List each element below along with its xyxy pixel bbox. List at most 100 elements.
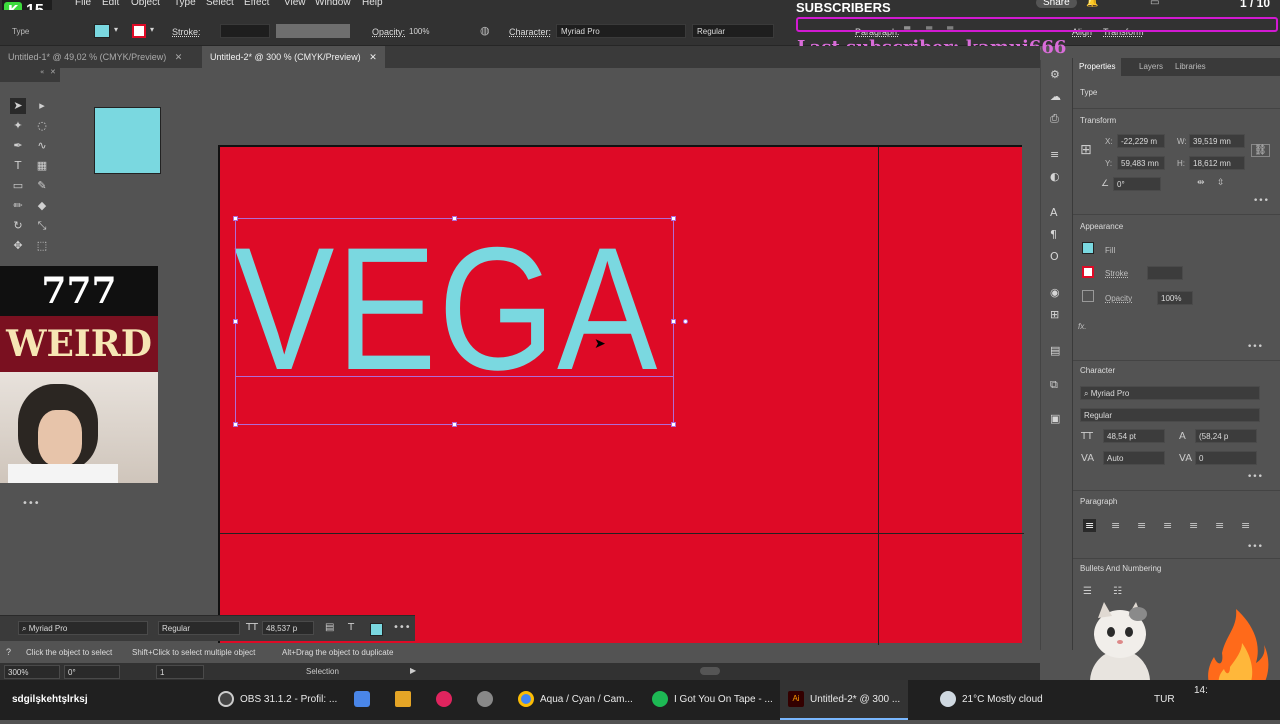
resize-handle[interactable] [452, 216, 457, 221]
resize-handle[interactable] [671, 319, 676, 324]
chevron-down-icon[interactable]: ▾ [114, 25, 118, 34]
resize-handle[interactable] [233, 422, 238, 427]
scale-tool-icon[interactable]: ⤡ [34, 218, 50, 234]
text-overflow-handle[interactable] [683, 319, 688, 324]
x-field[interactable]: -22,229 m [1117, 134, 1165, 148]
taskbar-pinterest[interactable] [436, 680, 458, 720]
y-field[interactable]: 59,483 mn [1117, 156, 1165, 170]
selection-bounding-box[interactable] [233, 216, 688, 427]
opacity-field[interactable]: 100% [1157, 291, 1193, 305]
bullets-icon[interactable]: ☰ [1083, 586, 1092, 597]
horizontal-scrollbar-thumb[interactable] [700, 667, 720, 675]
opacity-label[interactable]: Opacity [1105, 294, 1132, 303]
grid-tool-icon[interactable]: ▦ [34, 158, 50, 174]
puppet-warp-icon[interactable]: ✥ [10, 238, 26, 254]
menu-object[interactable]: Object [131, 0, 160, 8]
layers-panel-icon[interactable]: ▤ [1050, 344, 1060, 357]
font-style-dropdown[interactable]: Regular [158, 621, 240, 635]
magic-wand-icon[interactable]: ✦ [10, 118, 26, 134]
font-size-field[interactable]: 48,54 pt [1103, 429, 1165, 443]
fill-swatch[interactable] [370, 623, 383, 636]
align-right-icon[interactable]: ≡ [1137, 519, 1146, 532]
color-panel-icon[interactable]: ◐ [1050, 170, 1060, 183]
menu-type[interactable]: Type [174, 0, 196, 8]
kerning-field[interactable]: Auto [1103, 451, 1165, 465]
play-icon[interactable]: ▶ [410, 666, 416, 675]
align-left-icon[interactable]: ≡ [1083, 519, 1097, 532]
color-swatch-preview[interactable] [94, 107, 161, 174]
leading-field[interactable]: (58,24 p [1195, 429, 1257, 443]
stroke-panel-icon[interactable]: ≡ [1050, 148, 1059, 161]
brush-panel-icon[interactable]: ⚙ [1050, 68, 1060, 81]
fill-swatch[interactable] [1082, 242, 1094, 254]
stroke-label[interactable]: Stroke [1105, 269, 1128, 278]
free-transform-icon[interactable]: ⬚ [34, 238, 50, 254]
menu-select[interactable]: Select [206, 0, 234, 8]
font-style-field[interactable]: Regular [692, 24, 774, 38]
opacity-label[interactable]: Opacity: [372, 27, 405, 37]
eraser-icon[interactable]: ◆ [34, 198, 50, 214]
taskbar-obs[interactable]: OBS 31.1.2 - Profil: ... [218, 680, 337, 720]
resize-handle[interactable] [452, 422, 457, 427]
taskbar-chrome[interactable]: Aqua / Cyan / Cam... [518, 680, 633, 720]
stroke-label[interactable]: Stroke: [172, 27, 201, 37]
close-icon[interactable]: ✕ [50, 68, 56, 76]
lasso-icon[interactable]: ◌ [34, 118, 50, 134]
menu-effect[interactable]: Effect [244, 0, 269, 8]
align-center-icon[interactable]: ≡ [1111, 519, 1120, 532]
align-panel-icon[interactable]: ⊞ [1050, 308, 1059, 321]
taskbar-weather[interactable]: 21°C Mostly cloud [940, 680, 1043, 720]
artboards-panel-icon[interactable]: ⧉ [1050, 378, 1058, 392]
pen-tool-icon[interactable]: ✒ [10, 138, 26, 154]
paintbrush-icon[interactable]: ✎ [34, 178, 50, 194]
zoom-field[interactable]: 300% [4, 665, 60, 679]
rectangle-tool-icon[interactable]: ▭ [10, 178, 26, 194]
clock[interactable]: 14: [1194, 684, 1208, 724]
w-field[interactable]: 39,519 mn [1189, 134, 1245, 148]
character-panel-icon[interactable]: A [1050, 206, 1058, 219]
flip-vertical-icon[interactable]: ⇳ [1217, 178, 1225, 188]
share-button[interactable]: Share [1036, 0, 1077, 8]
taskbar-illustrator[interactable]: Ai Untitled-2* @ 300 ... [780, 680, 909, 720]
close-icon[interactable]: ✕ [369, 52, 377, 62]
tab-layers[interactable]: Layers [1133, 58, 1169, 76]
menu-view[interactable]: View [284, 0, 306, 8]
menu-edit[interactable]: Edit [102, 0, 119, 8]
more-options-icon[interactable]: ••• [1247, 472, 1263, 482]
rotation-field[interactable]: 0° [64, 665, 120, 679]
globe-icon[interactable]: ◍ [480, 24, 490, 37]
bell-icon[interactable]: 🔔 [1086, 0, 1098, 8]
numbering-icon[interactable]: ☷ [1113, 586, 1122, 597]
more-options-icon[interactable]: ••• [393, 622, 411, 633]
fill-swatch[interactable] [94, 24, 110, 38]
selection-tool-icon[interactable]: ➤ [10, 98, 26, 114]
tab-libraries[interactable]: Libraries [1169, 58, 1212, 76]
justify-right-icon[interactable]: ≡ [1215, 519, 1224, 532]
font-family-dropdown[interactable]: ⌕ Myriad Pro [1080, 386, 1260, 400]
more-options-icon[interactable]: ••• [1253, 196, 1269, 206]
font-family-dropdown[interactable]: ⌕ Myriad Pro [18, 621, 148, 635]
more-icon[interactable]: ••• [22, 498, 40, 509]
justify-center-icon[interactable]: ≡ [1189, 519, 1198, 532]
link-icon[interactable]: ⛓ [1251, 144, 1270, 157]
resize-handle[interactable] [671, 216, 676, 221]
stroke-swatch[interactable] [132, 24, 146, 38]
justify-left-icon[interactable]: ≡ [1163, 519, 1172, 532]
language-indicator[interactable]: TUR [1154, 680, 1175, 720]
tab-properties[interactable]: Properties [1073, 58, 1122, 76]
chevron-down-icon[interactable]: ▾ [150, 25, 154, 34]
resize-handle[interactable] [233, 216, 238, 221]
opentype-panel-icon[interactable]: O [1050, 250, 1059, 263]
close-icon[interactable]: ✕ [175, 52, 183, 62]
taskbar-explorer[interactable] [395, 680, 417, 720]
rotate-tool-icon[interactable]: ↻ [10, 218, 26, 234]
justify-all-icon[interactable]: ≡ [1241, 519, 1250, 532]
paragraph-options-icon[interactable]: ▤ [325, 622, 334, 633]
rotate-field[interactable]: 0° [1113, 177, 1161, 191]
more-options-icon[interactable]: ••• [1247, 542, 1263, 552]
direct-selection-tool-icon[interactable]: ▸ [34, 98, 50, 114]
arrange-icon[interactable]: ▭ [1150, 0, 1159, 8]
stroke-weight-field[interactable] [220, 24, 270, 38]
taskbar-browser[interactable] [477, 680, 499, 720]
pencil-icon[interactable]: ✏ [10, 198, 26, 214]
